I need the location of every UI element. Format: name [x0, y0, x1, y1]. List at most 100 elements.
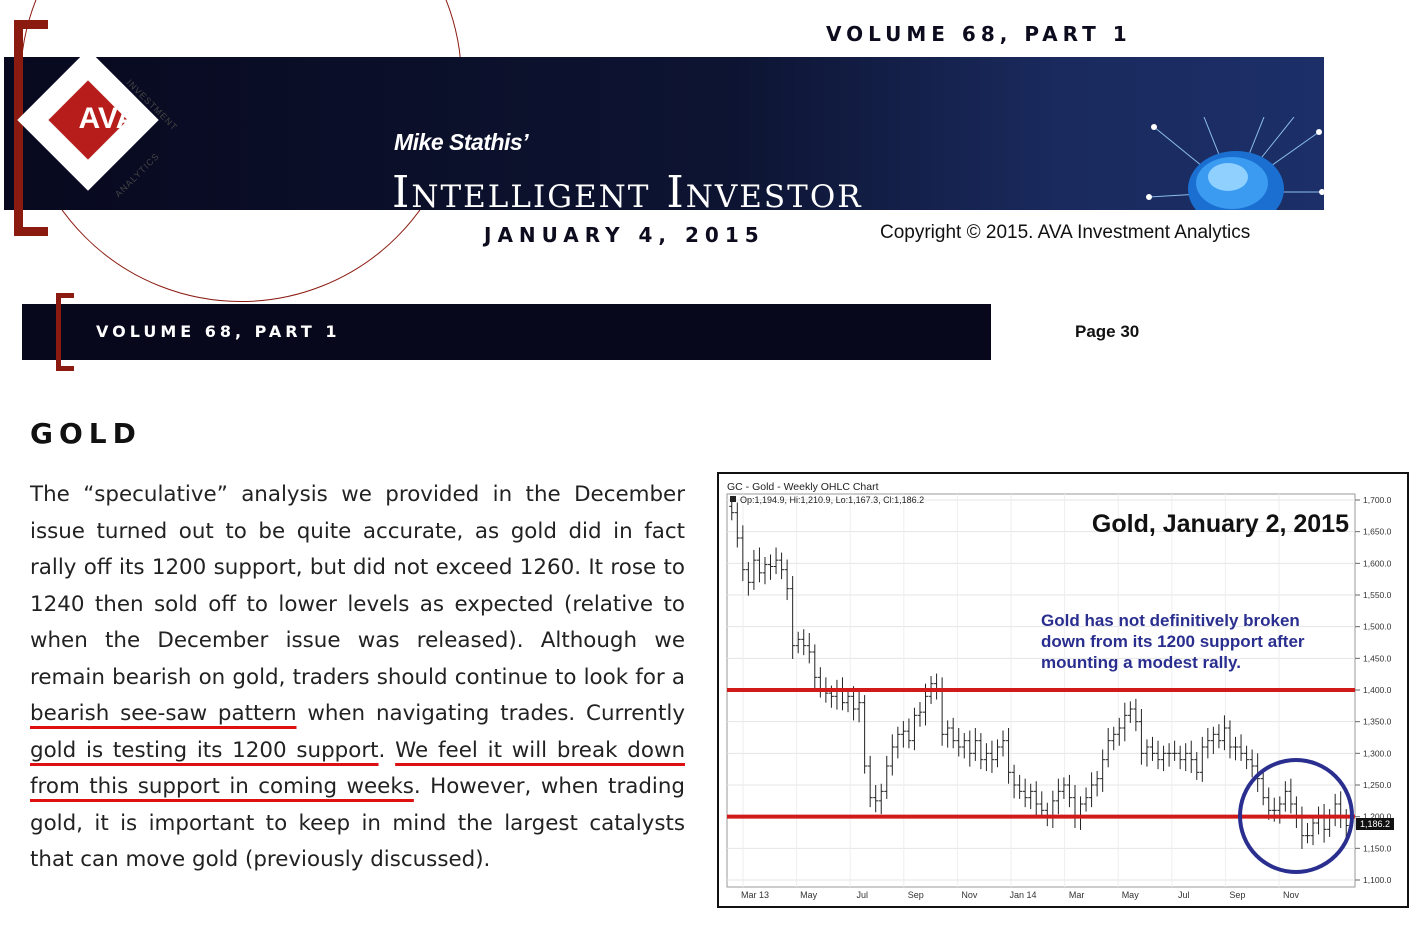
y-tick-label: 1,100.0 [1363, 875, 1392, 885]
ohlc-bar [906, 718, 912, 749]
annotation-line-3: mounting a modest rally. [1041, 653, 1241, 672]
ohlc-bar [1072, 785, 1078, 829]
y-tick-label: 1,350.0 [1363, 717, 1392, 727]
ohlc-bar [1055, 778, 1061, 815]
page-number: Page 30 [1075, 322, 1140, 341]
ohlc-bar [1321, 804, 1327, 843]
ohlc-bar [939, 677, 945, 746]
ohlc-bar [1039, 791, 1045, 818]
ohlc-bar [1127, 701, 1133, 723]
ohlc-bar [1017, 774, 1023, 799]
ohlc-bar [1332, 793, 1338, 827]
ohlc-bar [1138, 709, 1144, 765]
annotation-line-2: down from its 1200 support after [1041, 632, 1305, 651]
y-tick-label: 1,500.0 [1363, 622, 1392, 632]
ohlc-bar [784, 559, 790, 601]
ohlc-bar [756, 547, 762, 583]
ohlc-bar [1238, 734, 1244, 761]
x-tick-label: Jul [856, 890, 868, 900]
ohlc-bar [889, 734, 895, 776]
ohlc-bar [1194, 752, 1200, 780]
ohlc-bar [1078, 796, 1084, 830]
last-price-label: 1,186.2 [1360, 819, 1390, 829]
ohlc-bar [751, 550, 757, 590]
ohlc-bar [873, 785, 879, 813]
ohlc-bar [1288, 778, 1294, 814]
ohlc-bar [1066, 774, 1072, 808]
x-tick-label: Nov [1283, 890, 1300, 900]
ohlc-bar [1011, 764, 1017, 799]
ohlc-bar [1083, 787, 1089, 812]
ohlc-bar [801, 629, 807, 656]
ohlc-bar [1094, 771, 1100, 797]
ohlc-bar [1183, 743, 1189, 772]
author-name: Mike Stathis’ [394, 129, 529, 155]
ohlc-bar [1105, 728, 1111, 768]
ohlc-bar [1244, 745, 1250, 770]
ohlc-bar [1199, 736, 1205, 782]
brain-icon [1146, 117, 1324, 210]
ohlc-bar [1233, 736, 1239, 761]
ohlc-bar [1316, 806, 1322, 835]
ohlc-bar [972, 728, 978, 761]
ohlc-bar [1100, 749, 1106, 792]
ohlc-bar [1111, 726, 1117, 751]
ohlc-bar [1216, 724, 1222, 749]
y-tick-label: 1,700.0 [1363, 495, 1392, 505]
x-tick-label: May [800, 890, 818, 900]
ohlc-bar [1310, 815, 1316, 846]
section-bar-volume: VOLUME 68, PART 1 [96, 322, 341, 341]
ohlc-bar [856, 690, 862, 723]
ohlc-bar [1221, 715, 1227, 751]
ohlc-bar [1000, 730, 1006, 757]
ohlc-bar [884, 755, 890, 799]
ohlc-bar [1155, 740, 1161, 770]
article-text-3: . [378, 737, 396, 763]
chart-legend: Op:1,194.9, Hi:1,210.9, Lo:1,167.3, Cl:1… [740, 495, 924, 505]
volume-label-top: VOLUME 68, PART 1 [826, 22, 1132, 46]
ohlc-bar [790, 576, 796, 659]
ohlc-bar [978, 733, 984, 770]
highlight-bearish-pattern: bearish see-saw pattern [30, 701, 297, 726]
publication-title: Intelligent Investor [392, 167, 863, 210]
section-bar-bracket [56, 293, 74, 371]
ohlc-bar [950, 717, 956, 749]
ohlc-bar [1338, 791, 1344, 829]
ohlc-bar [768, 554, 774, 580]
ohlc-bar [1033, 781, 1039, 818]
ohlc-bar [1260, 771, 1266, 806]
ohlc-bar [1166, 743, 1172, 767]
ohlc-bar [934, 673, 940, 700]
ohlc-bar [917, 702, 923, 727]
ohlc-bar [989, 740, 995, 773]
y-tick-label: 1,450.0 [1363, 653, 1392, 663]
y-tick-label: 1,600.0 [1363, 558, 1392, 568]
ohlc-bar [762, 557, 768, 585]
ohlc-bar [1089, 772, 1095, 808]
ohlc-bar [1293, 796, 1299, 829]
chart-title: GC - Gold - Weekly OHLC Chart [727, 481, 879, 493]
ohlc-bar [1050, 790, 1056, 829]
article-text-2: when navigating trades. Currently [296, 701, 685, 726]
ohlc-bar [1277, 796, 1283, 824]
x-tick-label: Nov [961, 890, 978, 900]
ohlc-bar [900, 721, 906, 748]
x-tick-label: Mar [1069, 890, 1085, 900]
ohlc-bar [1304, 823, 1310, 844]
ohlc-bar [1028, 783, 1034, 810]
ohlc-bar [1149, 736, 1155, 761]
y-tick-label: 1,400.0 [1363, 685, 1392, 695]
ohlc-bar [1061, 777, 1067, 799]
x-tick-label: Sep [908, 890, 924, 900]
issue-date: JANUARY 4, 2015 [484, 223, 765, 247]
ohlc-bar [945, 720, 951, 748]
ohlc-bar [773, 547, 779, 575]
ohlc-bar [1133, 698, 1139, 732]
ohlc-bar [1282, 781, 1288, 812]
ohlc-bar [806, 633, 812, 664]
annotation-line-1: Gold has not definitively broken [1041, 611, 1300, 630]
x-tick-label: Sep [1229, 890, 1245, 900]
ohlc-bar [834, 679, 840, 710]
y-tick-label: 1,300.0 [1363, 748, 1392, 758]
logo-text: AVA [78, 102, 138, 135]
